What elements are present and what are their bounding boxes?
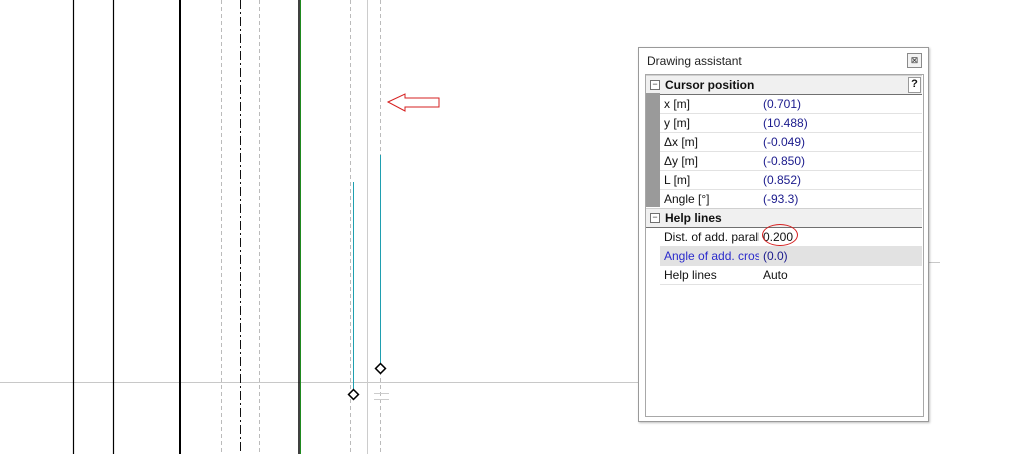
property-row-dist-parallel[interactable]: Dist. of add. parallel 0.200 <box>660 227 922 247</box>
property-name: Dist. of add. parallel <box>664 230 759 244</box>
help-icon[interactable]: ? <box>908 77 921 93</box>
property-value: (0.701) <box>763 97 802 111</box>
property-value: (-0.850) <box>763 154 806 168</box>
panel-title: Drawing assistant <box>647 54 742 68</box>
diamond-node-icon[interactable] <box>374 362 387 375</box>
close-icon[interactable]: ⊠ <box>907 53 922 68</box>
property-row-dx[interactable]: Δx [m] (-0.049) <box>660 132 922 152</box>
section-title: Cursor position <box>665 78 755 92</box>
property-row-angle[interactable]: Angle [°] (-93.3) <box>660 189 922 209</box>
property-row-x[interactable]: x [m] (0.701) <box>660 94 922 114</box>
property-name: L [m] <box>664 173 691 187</box>
property-name: y [m] <box>664 116 690 130</box>
section-title: Help lines <box>665 211 722 225</box>
property-name: Help lines <box>664 268 717 282</box>
collapse-icon[interactable]: − <box>650 80 660 90</box>
diamond-node-icon[interactable] <box>347 388 360 401</box>
property-value: (-0.049) <box>763 135 806 149</box>
property-name: Angle [°] <box>664 192 710 206</box>
drawing-assistant-panel: Drawing assistant ⊠ − Cursor position ? … <box>638 47 929 422</box>
property-value: (10.488) <box>763 116 808 130</box>
property-value: (-93.3) <box>763 192 799 206</box>
property-value-dropdown[interactable]: Auto <box>763 268 788 282</box>
property-grid: − Cursor position ? x [m] (0.701) y [m] … <box>645 74 924 417</box>
collapse-icon[interactable]: − <box>650 213 660 223</box>
property-value: (0.852) <box>763 173 802 187</box>
property-row-length[interactable]: L [m] (0.852) <box>660 170 922 190</box>
section-header-help-lines[interactable]: − Help lines <box>646 208 922 228</box>
property-name: Δx [m] <box>664 135 699 149</box>
property-row-angle-cross[interactable]: Angle of add. cross (0.0) <box>660 246 922 266</box>
property-row-help-lines[interactable]: Help lines Auto <box>660 265 922 285</box>
property-row-y[interactable]: y [m] (10.488) <box>660 113 922 133</box>
section-gutter <box>646 93 660 207</box>
property-name: x [m] <box>664 97 690 111</box>
property-value: (0.0) <box>763 249 788 263</box>
property-name: Δy [m] <box>664 154 699 168</box>
section-header-cursor-position[interactable]: − Cursor position ? <box>646 75 922 95</box>
left-arrow-icon <box>386 93 440 112</box>
property-value-input[interactable]: 0.200 <box>763 230 793 244</box>
property-name: Angle of add. cross <box>664 249 759 263</box>
property-row-dy[interactable]: Δy [m] (-0.850) <box>660 151 922 171</box>
